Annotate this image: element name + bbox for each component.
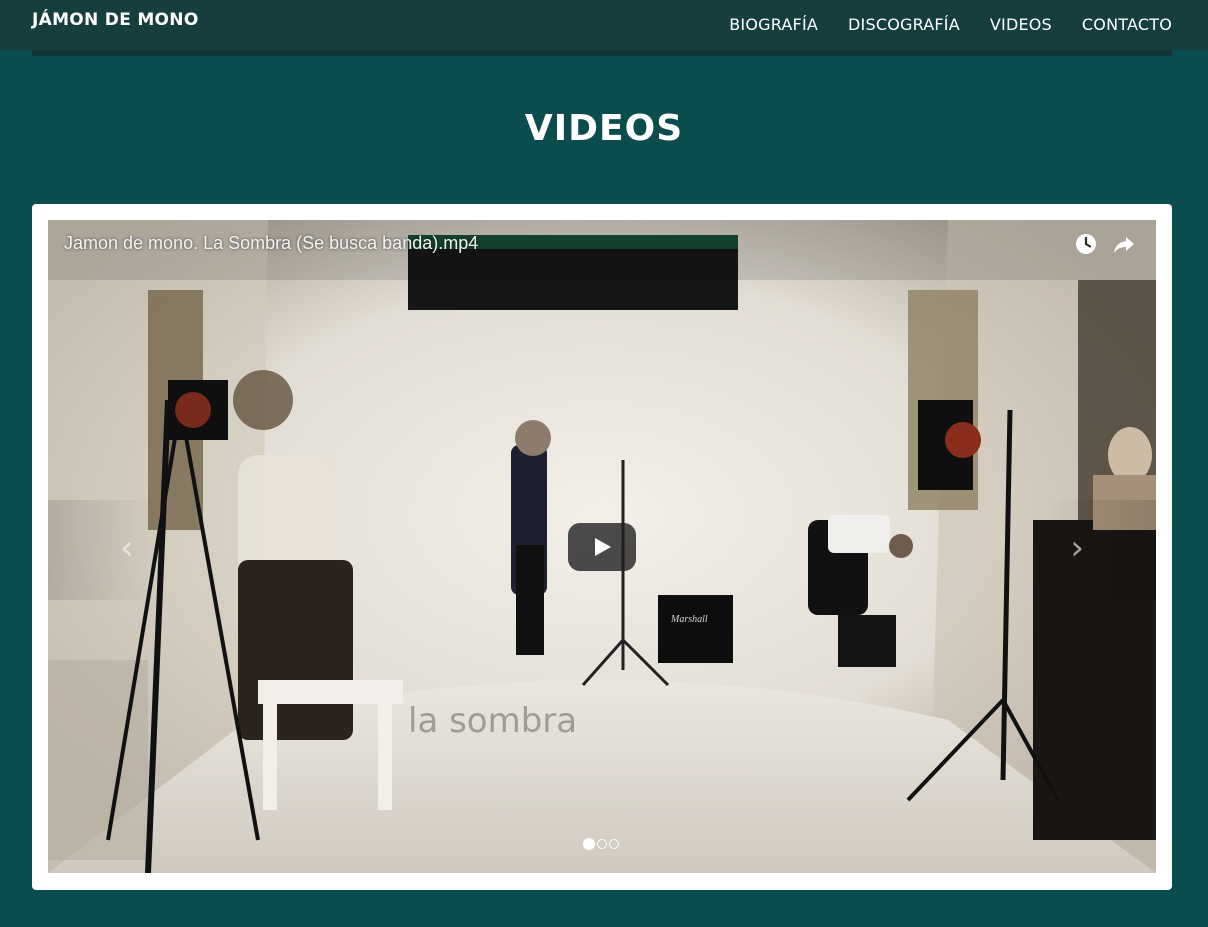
carousel-prev-button[interactable]: ‹ [48,500,158,600]
share-icon[interactable] [1112,232,1136,256]
carousel-indicator-1[interactable] [583,838,595,850]
navbar: JÁMON DE MONO BIOGRAFÍA DISCOGRAFÍA VIDE… [0,0,1208,56]
chevron-left-icon: ‹ [120,528,134,568]
carousel-next-button[interactable]: › [1046,500,1156,600]
play-button[interactable] [568,523,636,571]
amp-brand-text: Marshall [670,614,708,625]
video-title: Jamon de mono. La Sombra (Se busca banda… [64,233,479,253]
chevron-right-icon: › [1070,528,1084,568]
page-title: VIDEOS [524,108,684,149]
play-icon [595,538,611,556]
carousel-indicators [583,838,619,850]
clock-icon[interactable] [1074,232,1098,256]
video-top-controls [1074,232,1136,256]
navbar-divider [32,50,1172,56]
brand-logo[interactable]: JÁMON DE MONO [32,10,199,30]
nav-item-videos[interactable]: VIDEOS [990,15,1052,34]
carousel-indicator-3[interactable] [609,839,619,849]
nav-item-discografia[interactable]: DISCOGRAFÍA [848,15,960,34]
nav-item-biografia[interactable]: BIOGRAFÍA [729,15,818,34]
main-nav: BIOGRAFÍA DISCOGRAFÍA VIDEOS CONTACTO [729,15,1172,34]
carousel-indicator-2[interactable] [597,839,607,849]
video-carousel: Marshall la sombra Jamon de mono. La Som… [48,220,1156,873]
nav-item-contacto[interactable]: CONTACTO [1082,15,1172,34]
video-overlay-text: la sombra [408,701,577,741]
